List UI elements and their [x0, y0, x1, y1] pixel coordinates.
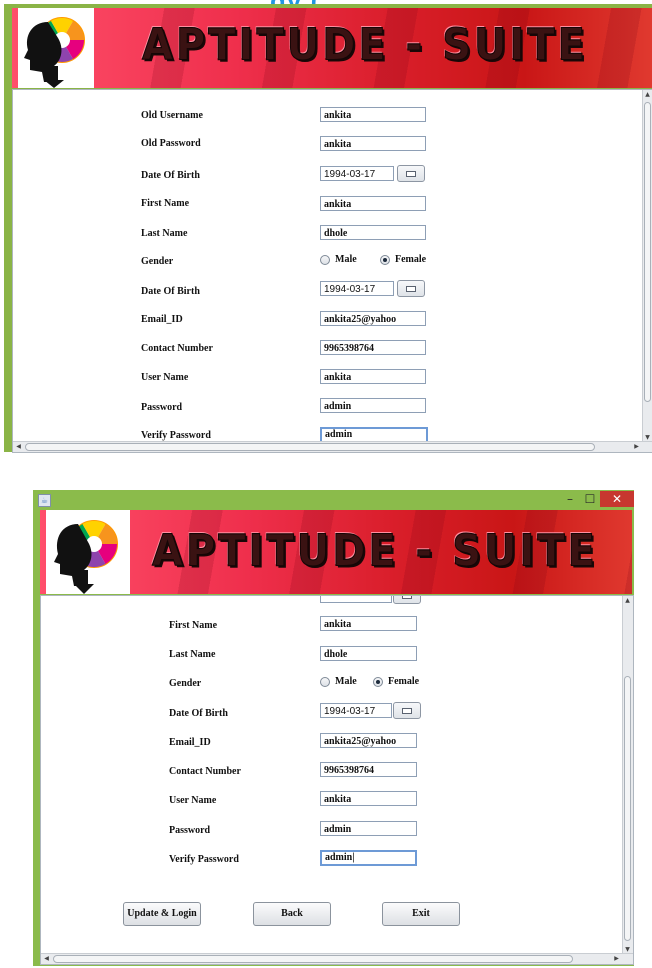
dob-field[interactable]: 1994-03-17 — [320, 703, 392, 718]
banner-title: APTITUDE - SUITE — [142, 19, 588, 71]
password-field[interactable]: admin — [320, 398, 426, 413]
gender-male-radio[interactable]: Male — [320, 675, 380, 689]
last-name-field[interactable]: dhole — [320, 646, 417, 661]
logo — [46, 510, 130, 594]
last-name-field[interactable]: dhole — [320, 225, 426, 240]
title-bar: ☕ – ☐ ✕ — [33, 490, 634, 508]
banner: APTITUDE - SUITE — [40, 510, 632, 594]
calendar-button[interactable] — [397, 165, 425, 182]
email-label: Email_ID — [141, 314, 183, 325]
back-button[interactable]: Back — [253, 902, 331, 926]
calendar-icon — [402, 707, 412, 714]
email-field[interactable]: ankita25@yahoo — [320, 311, 426, 326]
radio-on-icon — [380, 255, 390, 265]
male-label: Male — [335, 254, 357, 265]
last-name-label: Last Name — [169, 649, 216, 660]
exit-button[interactable]: Exit — [382, 902, 460, 926]
first-name-label: First Name — [141, 198, 190, 209]
email-field[interactable]: ankita25@yahoo — [320, 733, 417, 748]
last-name-label: Last Name — [141, 228, 188, 239]
old-username-label: Old Username — [141, 110, 203, 121]
close-button[interactable]: ✕ — [600, 491, 634, 507]
java-app-icon: ☕ — [38, 494, 51, 507]
dob-label: Date Of Birth — [141, 170, 200, 181]
radio-off-icon — [320, 255, 330, 265]
verify-password-label: Verify Password — [169, 854, 239, 865]
contact-label: Contact Number — [169, 766, 241, 777]
dob-label-2: Date Of Birth — [141, 286, 200, 297]
first-name-field[interactable]: ankita — [320, 196, 426, 211]
dob-field-2[interactable]: 1994-03-17 — [320, 281, 394, 296]
screenshot-1-window: APTITUDE - SUITE Old Username ankita Old… — [4, 4, 652, 453]
password-field[interactable]: admin — [320, 821, 417, 836]
logo — [18, 8, 94, 88]
screenshot-2-window: ☕ – ☐ ✕ APTITUDE - SUITE First Name anki… — [33, 490, 634, 966]
scroll-right-icon[interactable]: ▶ — [612, 954, 621, 963]
vertical-scrollbar[interactable]: ▲ ▼ — [642, 90, 652, 442]
password-label: Password — [169, 825, 211, 836]
first-name-field[interactable]: ankita — [320, 616, 417, 631]
verify-password-field[interactable]: admin| — [320, 850, 417, 866]
verify-password-label: Verify Password — [141, 430, 211, 441]
update-login-button[interactable]: Update & Login — [123, 902, 201, 926]
horizontal-scroll-thumb[interactable] — [25, 443, 595, 451]
username-field[interactable]: ankita — [320, 791, 417, 806]
calendar-icon — [402, 596, 412, 599]
calendar-icon — [406, 285, 416, 292]
email-label: Email_ID — [169, 737, 211, 748]
gender-female-radio[interactable]: Female — [380, 253, 450, 267]
calendar-icon — [406, 170, 416, 177]
username-label: User Name — [141, 372, 189, 383]
scroll-right-icon[interactable]: ▶ — [632, 442, 641, 451]
scroll-up-icon[interactable]: ▲ — [643, 90, 652, 99]
username-label: User Name — [169, 795, 217, 806]
contact-field[interactable]: 9965398764 — [320, 762, 417, 777]
vertical-scroll-thumb[interactable] — [624, 676, 631, 941]
dob-field[interactable]: 1994-03-17 — [320, 166, 394, 181]
maximize-button[interactable]: ☐ — [582, 491, 598, 507]
scroll-left-icon[interactable]: ◀ — [14, 442, 23, 451]
calendar-button-hidden[interactable] — [393, 596, 421, 604]
female-label: Female — [388, 676, 420, 687]
scroll-up-icon[interactable]: ▲ — [623, 596, 632, 605]
calendar-button[interactable] — [393, 702, 421, 719]
horizontal-scroll-thumb[interactable] — [53, 955, 573, 963]
first-name-label: First Name — [169, 620, 218, 631]
female-label: Female — [395, 254, 427, 265]
minimize-button[interactable]: – — [562, 491, 578, 507]
dob-field-hidden[interactable] — [320, 596, 392, 603]
gender-label: Gender — [169, 678, 202, 689]
contact-label: Contact Number — [141, 343, 213, 354]
dob-label: Date Of Birth — [169, 708, 228, 719]
gender-label: Gender — [141, 256, 174, 267]
scroll-left-icon[interactable]: ◀ — [42, 954, 51, 963]
radio-on-icon — [373, 677, 383, 687]
old-password-field[interactable]: ankita — [320, 136, 426, 151]
contact-field[interactable]: 9965398764 — [320, 340, 426, 355]
form-panel: First Name ankita Last Name dhole Gender… — [40, 595, 634, 965]
old-username-field[interactable]: ankita — [320, 107, 426, 122]
calendar-button-2[interactable] — [397, 280, 425, 297]
old-password-label: Old Password — [141, 138, 201, 149]
radio-off-icon — [320, 677, 330, 687]
male-label: Male — [335, 676, 357, 687]
form-panel: Old Username ankita Old Password ankita … — [12, 89, 652, 453]
banner: APTITUDE - SUITE — [12, 8, 652, 88]
horizontal-scrollbar[interactable]: ◀ ▶ — [13, 441, 652, 452]
username-field[interactable]: ankita — [320, 369, 426, 384]
vertical-scrollbar[interactable]: ▲ ▼ — [622, 596, 633, 954]
password-label: Password — [141, 402, 183, 413]
gender-female-radio[interactable]: Female — [373, 675, 443, 689]
banner-title: APTITUDE - SUITE — [152, 525, 598, 577]
horizontal-scrollbar[interactable]: ◀ ▶ — [41, 953, 633, 964]
vertical-scroll-thumb[interactable] — [644, 102, 651, 402]
